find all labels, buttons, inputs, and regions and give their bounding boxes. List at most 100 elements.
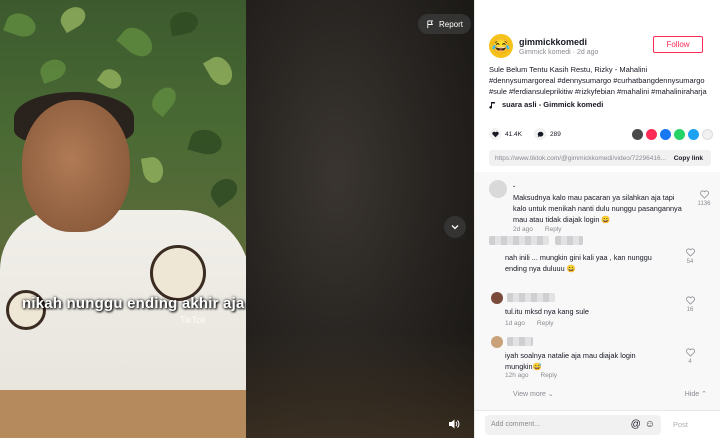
comment-placeholder: Add comment... xyxy=(491,421,541,428)
stats-row: 41.4K 289 xyxy=(489,126,713,142)
comment-text: Maksudnya kalo mau pacaran ya silahkan a… xyxy=(513,193,682,224)
reply-item: iyah soalnya natalie aja mau diajak logi… xyxy=(491,334,697,384)
speaker-icon xyxy=(449,419,460,429)
author-display-name: Gimmick komedi xyxy=(519,48,571,56)
hide-label: Hide xyxy=(684,391,700,398)
leaf xyxy=(187,126,225,158)
report-button[interactable]: Report xyxy=(418,14,472,34)
sound-link[interactable]: suara asli - Gimmick komedi xyxy=(489,100,603,109)
heart-outline-icon xyxy=(685,296,695,305)
emoji-icon[interactable]: ☺ xyxy=(645,419,655,430)
redacted-name xyxy=(555,236,583,245)
table xyxy=(0,390,246,438)
sound-name: suara asli - Gimmick komedi xyxy=(502,100,604,109)
chevron-down-icon: ⌄ xyxy=(547,391,554,398)
reply-button[interactable]: Reply xyxy=(545,226,562,233)
video-frame[interactable]: nikah nunggu ending akhir aja TikTok xyxy=(0,0,246,438)
video-player[interactable]: nikah nunggu ending akhir aja TikTok Rep… xyxy=(0,0,474,438)
tiktok-watermark: TikTok xyxy=(180,315,206,325)
comment-bar: Add comment... @ ☺ Post xyxy=(475,410,720,438)
details-panel: 😂 gimmickkomedi Gimmick komedi · 2d ago … xyxy=(474,0,720,438)
comment-like-button[interactable]: 1136 xyxy=(697,190,711,207)
video-url: https://www.tiktok.com/@gimmickkomedi/vi… xyxy=(495,154,666,162)
comment-stat[interactable]: 289 xyxy=(534,128,561,140)
mention-icon[interactable]: @ xyxy=(631,419,641,430)
comment-time: 12h ago xyxy=(505,372,529,379)
author-row: 😂 gimmickkomedi Gimmick komedi · 2d ago … xyxy=(489,32,713,60)
comment-meta: 12h ago Reply xyxy=(505,372,557,379)
comment-text: nah inili ... mungkin gini kali yaa , ka… xyxy=(505,253,652,273)
heart-outline-icon xyxy=(699,190,709,199)
twitter-icon[interactable] xyxy=(688,128,699,140)
post-button[interactable]: Post xyxy=(673,420,688,429)
leaf xyxy=(37,56,69,84)
comment-input[interactable]: Add comment... @ ☺ xyxy=(485,414,661,435)
follow-button[interactable]: Follow xyxy=(653,36,703,53)
comment-text: tul.itu mksd nya kang sule xyxy=(505,307,589,316)
leaf xyxy=(168,9,200,37)
report-label: Report xyxy=(439,19,464,29)
send-icon[interactable] xyxy=(646,128,657,140)
next-video-button[interactable] xyxy=(444,216,466,238)
volume-button[interactable] xyxy=(444,414,464,434)
view-more-label: View more xyxy=(513,391,546,398)
commenter-avatar[interactable] xyxy=(491,292,503,304)
video-caption: Sule Belum Tentu Kasih Restu, Rizky - Ma… xyxy=(489,65,707,96)
commenter-avatar[interactable] xyxy=(491,336,503,348)
comment-meta: 2d ago Reply xyxy=(513,226,562,233)
person-face xyxy=(22,100,130,232)
comment-item: . Maksudnya kalo mau pacaran ya silahkan… xyxy=(489,176,711,236)
jacket-patch xyxy=(150,245,206,301)
comment-like-count: 4 xyxy=(688,359,692,365)
comment-text: iyah soalnya natalie aja mau diajak logi… xyxy=(505,351,636,371)
video-link-box: https://www.tiktok.com/@gimmickkomedi/vi… xyxy=(489,150,711,166)
tiktok-video-page: nikah nunggu ending akhir aja TikTok Rep… xyxy=(0,0,720,438)
leaf xyxy=(96,65,126,93)
share-buttons xyxy=(632,128,713,140)
post-time: 2d ago xyxy=(576,48,599,56)
share-arrow-icon[interactable] xyxy=(702,128,713,140)
heart-outline-icon xyxy=(685,248,695,257)
comment-like-count: 1136 xyxy=(697,201,711,207)
reply-button[interactable]: Reply xyxy=(541,372,558,379)
leaf xyxy=(206,173,242,209)
redacted-name xyxy=(507,337,533,346)
chevron-up-icon: ⌃ xyxy=(701,391,707,398)
video-blurred-background xyxy=(245,0,474,438)
comment-icon xyxy=(534,128,546,140)
comments-list: . Maksudnya kalo mau pacaran ya silahkan… xyxy=(475,172,720,410)
chevron-down-icon xyxy=(451,225,459,230)
redacted-name xyxy=(489,236,549,245)
leaf xyxy=(3,9,39,41)
heart-outline-icon xyxy=(685,348,695,357)
commenter-avatar[interactable] xyxy=(489,180,507,198)
view-more-replies-button[interactable]: View more ⌄ xyxy=(513,390,554,398)
commenter-name[interactable]: . xyxy=(513,180,515,189)
comment-like-button[interactable]: 4 xyxy=(683,348,697,365)
whatsapp-icon[interactable] xyxy=(674,128,685,140)
leaf xyxy=(116,21,158,63)
reply-item: tul.itu mksd nya kang sule 1d ago Reply … xyxy=(491,290,697,330)
like-count: 41.4K xyxy=(505,130,522,138)
comment-like-count: 54 xyxy=(686,259,694,265)
leaf xyxy=(140,155,166,185)
music-note-icon xyxy=(489,101,495,109)
video-subtitle: nikah nunggu ending akhir aja xyxy=(22,295,245,312)
copy-link-button[interactable]: Copy link xyxy=(666,155,711,162)
embed-icon[interactable] xyxy=(632,128,643,140)
leaf xyxy=(202,52,238,90)
reply-item: nah inili ... mungkin gini kali yaa , ka… xyxy=(489,236,697,276)
comment-like-button[interactable]: 16 xyxy=(683,296,697,313)
comment-like-button[interactable]: 54 xyxy=(683,248,697,265)
comment-count: 289 xyxy=(550,130,561,138)
like-stat[interactable]: 41.4K xyxy=(489,128,522,140)
flag-icon xyxy=(427,19,434,28)
hide-replies-button[interactable]: Hide ⌃ xyxy=(685,390,707,398)
comment-meta: 1d ago Reply xyxy=(505,320,554,327)
comment-input-icons: @ ☺ xyxy=(631,419,655,430)
leaf xyxy=(147,82,181,118)
reply-button[interactable]: Reply xyxy=(537,320,554,327)
facebook-icon[interactable] xyxy=(660,128,671,140)
author-avatar[interactable]: 😂 xyxy=(489,34,513,58)
heart-icon xyxy=(489,128,501,140)
